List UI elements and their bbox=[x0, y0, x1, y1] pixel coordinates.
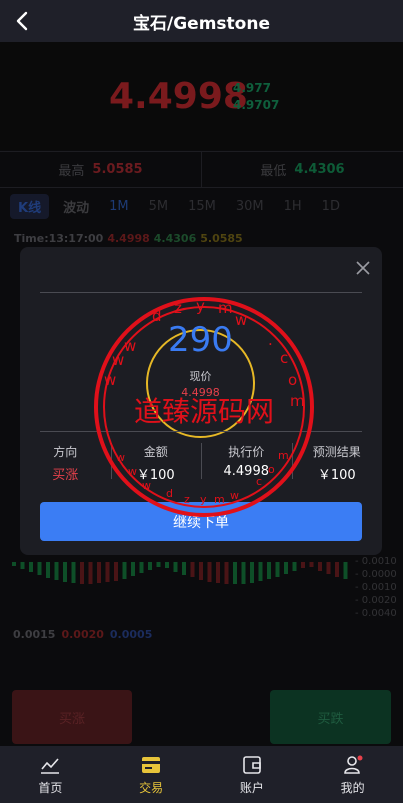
tab-kline[interactable]: K线 bbox=[10, 194, 50, 219]
macd-bar bbox=[54, 562, 59, 580]
macd-bar bbox=[190, 562, 195, 577]
time-readout: Time:13:17:00 4.4998 4.4306 5.0585 bbox=[14, 232, 243, 245]
macd-bar bbox=[71, 562, 76, 583]
tab-30m[interactable]: 30M bbox=[236, 199, 264, 214]
tab-1h[interactable]: 1H bbox=[284, 199, 302, 214]
trade-card-icon bbox=[142, 756, 161, 773]
macd-bar bbox=[292, 562, 297, 571]
countdown-value: 290 bbox=[168, 320, 233, 360]
macd-bar bbox=[216, 562, 220, 583]
macd-bar bbox=[105, 562, 110, 582]
macd-bar bbox=[250, 562, 254, 583]
top-bar: 宝石/Gemstone bbox=[0, 0, 403, 42]
modal-divider bbox=[40, 431, 362, 432]
tabbar-item-trade[interactable]: 交易 bbox=[101, 746, 202, 803]
low-cell: 最低 4.4306 bbox=[260, 162, 345, 179]
macd-bar bbox=[233, 562, 237, 584]
modal-divider bbox=[40, 292, 362, 293]
back-arrow-icon[interactable] bbox=[10, 8, 36, 34]
bottom-tabbar: 首页 交易 账户 我的 bbox=[0, 746, 403, 803]
buy-up-button[interactable]: 买涨 bbox=[12, 690, 132, 744]
tab-5m[interactable]: 5M bbox=[149, 199, 169, 214]
macd-axis-values: - 0.0010 - 0.0000 - 0.0010 - 0.0020 - 0.… bbox=[355, 556, 397, 619]
order-info: 方向 买涨 金额 ￥100 执行价 4.4998 预测结果 ￥100 bbox=[20, 443, 382, 483]
macd-bar bbox=[63, 562, 67, 582]
macd-bar bbox=[122, 562, 127, 579]
close-icon[interactable] bbox=[356, 261, 370, 275]
macd-bar bbox=[165, 562, 169, 568]
macd-bar bbox=[97, 562, 101, 583]
macd-bar bbox=[37, 562, 42, 575]
macd-bar bbox=[173, 562, 178, 572]
macd-bar bbox=[46, 562, 50, 578]
direction-cell: 方向 买涨 bbox=[52, 445, 79, 483]
page-title: 宝石/Gemstone bbox=[133, 13, 270, 34]
macd-values: 0.0015 0.0020 0.0005 bbox=[13, 628, 153, 641]
tab-15m[interactable]: 15M bbox=[188, 199, 216, 214]
macd-bar bbox=[88, 562, 93, 584]
tabbar-item-home[interactable]: 首页 bbox=[0, 746, 101, 803]
buy-down-button[interactable]: 买跌 bbox=[270, 690, 391, 744]
current-price: 4.4998 bbox=[109, 76, 248, 117]
tab-1m[interactable]: 1M bbox=[109, 199, 129, 214]
macd-bar bbox=[267, 562, 271, 579]
current-price-label: 现价 bbox=[189, 370, 212, 383]
macd-bar bbox=[318, 562, 322, 571]
high-cell: 最高 5.0585 bbox=[0, 152, 202, 187]
macd-bar bbox=[241, 562, 246, 584]
strike-cell: 执行价 4.4998 bbox=[201, 443, 292, 483]
chart-line-icon bbox=[41, 757, 60, 774]
macd-bar bbox=[139, 562, 144, 573]
macd-bar bbox=[301, 562, 305, 568]
tab-wave[interactable]: 波动 bbox=[63, 197, 89, 216]
high-low-row: 最高 5.0585 最低 4.4306 bbox=[0, 151, 403, 188]
macd-bar bbox=[131, 562, 135, 576]
macd-bar bbox=[258, 562, 263, 581]
macd-bar bbox=[199, 562, 203, 580]
wallet-icon bbox=[243, 755, 261, 774]
current-price-value: 4.4998 bbox=[181, 386, 220, 399]
tabbar-item-account[interactable]: 账户 bbox=[202, 746, 303, 803]
amount-cell: 金额 ￥100 bbox=[110, 443, 202, 483]
macd-bar bbox=[326, 562, 331, 574]
macd-bar bbox=[284, 562, 288, 574]
macd-bar bbox=[80, 562, 84, 584]
user-icon bbox=[343, 755, 363, 774]
macd-bar bbox=[20, 562, 25, 569]
macd-bar bbox=[335, 562, 339, 577]
macd-bar bbox=[343, 562, 348, 579]
macd-bar bbox=[182, 562, 186, 575]
macd-bar bbox=[224, 562, 229, 584]
tab-1d[interactable]: 1D bbox=[322, 199, 340, 214]
order-modal: 290 现价 4.4998 方向 买涨 金额 ￥100 执行价 4.4998 预… bbox=[20, 247, 382, 555]
result-cell: 预测结果 ￥100 bbox=[291, 443, 383, 483]
macd-histogram bbox=[12, 562, 348, 584]
continue-order-button[interactable]: 继续下单 bbox=[40, 502, 362, 541]
macd-bar bbox=[114, 562, 118, 581]
macd-bar bbox=[29, 562, 33, 572]
chart-tabs: K线 波动 1M 5M 15M 30M 1H 1D bbox=[10, 194, 360, 219]
price-side-values: 4.977 4.9707 bbox=[233, 81, 280, 112]
tabbar-item-me[interactable]: 我的 bbox=[302, 746, 403, 803]
macd-bar bbox=[309, 562, 314, 567]
macd-bar bbox=[156, 562, 161, 567]
macd-bar bbox=[12, 562, 16, 566]
macd-bar bbox=[207, 562, 212, 582]
macd-bar bbox=[148, 562, 152, 570]
macd-bar bbox=[275, 562, 280, 577]
